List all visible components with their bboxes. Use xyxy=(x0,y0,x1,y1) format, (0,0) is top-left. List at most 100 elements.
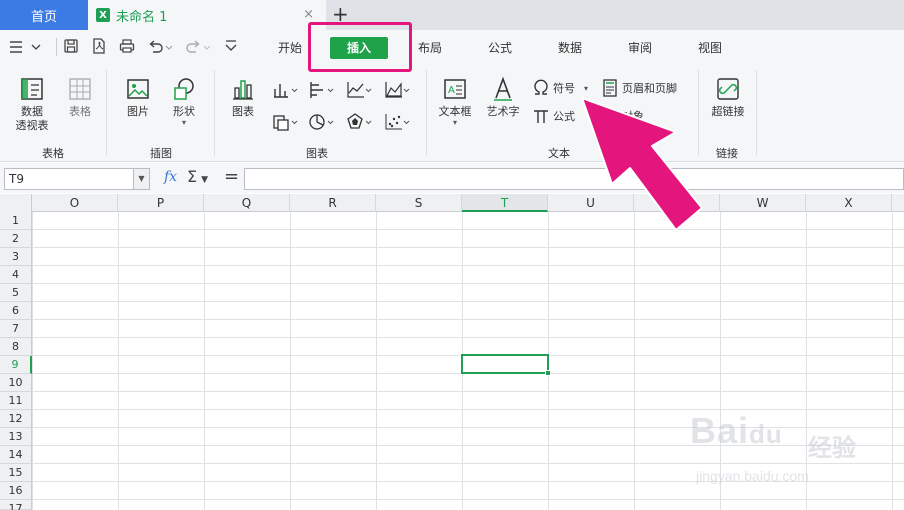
row-header[interactable]: 12 xyxy=(0,410,32,428)
equation-label: 公式 xyxy=(553,110,575,123)
object-button[interactable]: 对象 xyxy=(602,106,662,126)
select-all-corner[interactable] xyxy=(0,194,32,212)
column-header-x[interactable]: X xyxy=(806,194,892,212)
wordart-button[interactable]: 艺术字 xyxy=(482,76,524,119)
hyperlink-label: 超链接 xyxy=(711,105,745,118)
column-header-p[interactable]: P xyxy=(118,194,204,212)
formula-bar: T9 ▼ fx Σ ▼ = xyxy=(0,163,904,193)
row-header[interactable]: 2 xyxy=(0,230,32,248)
tab-document[interactable]: X 未命名 1 × xyxy=(88,0,326,30)
pivot-table-icon xyxy=(21,78,43,100)
row-header[interactable]: 4 xyxy=(0,266,32,284)
row-header[interactable]: 5 xyxy=(0,284,32,302)
pivot-table-button[interactable]: 数据 透视表 xyxy=(8,76,56,133)
selected-cell[interactable] xyxy=(461,354,551,376)
formula-input[interactable] xyxy=(244,168,904,190)
spreadsheet-icon: X xyxy=(96,8,110,22)
annotation-highlight-box xyxy=(308,22,412,72)
group-separator xyxy=(214,70,215,156)
scatter-chart-icon[interactable] xyxy=(384,112,412,135)
redo-icon[interactable] xyxy=(184,38,212,56)
fill-handle[interactable] xyxy=(545,370,551,376)
tab-review[interactable]: 审阅 xyxy=(620,38,660,58)
chevron-down-icon: ▾ xyxy=(584,83,589,93)
column-header-v[interactable]: V xyxy=(634,194,720,212)
tab-home[interactable]: 首页 xyxy=(0,0,88,30)
chevron-down-icon[interactable]: ▼ xyxy=(133,169,149,189)
hyperlink-button[interactable]: 超链接 xyxy=(706,76,750,119)
row-header-active[interactable]: 9 xyxy=(0,356,32,374)
chart-button[interactable]: 图表 xyxy=(226,76,260,119)
header-footer-icon xyxy=(603,79,617,97)
close-tab-icon[interactable]: × xyxy=(303,7,314,22)
baidu-watermark: Baidu 经验 jingyan.baidu.com xyxy=(690,404,900,496)
column-header-w[interactable]: W xyxy=(720,194,806,212)
autosum-icon[interactable]: Σ ▼ xyxy=(187,167,208,186)
group-separator xyxy=(426,70,427,156)
undo-icon[interactable] xyxy=(146,38,174,56)
row-header[interactable]: 8 xyxy=(0,338,32,356)
symbol-button[interactable]: 符号 ▾ xyxy=(532,78,596,98)
divider xyxy=(56,38,57,56)
row-header[interactable]: 6 xyxy=(0,302,32,320)
stock-chart-icon[interactable] xyxy=(272,112,300,135)
name-box[interactable]: T9 ▼ xyxy=(4,168,150,190)
save-icon[interactable] xyxy=(62,38,80,56)
watermark-brand: Baidu xyxy=(690,410,783,451)
tab-formula[interactable]: 公式 xyxy=(480,38,520,58)
more-icon[interactable] xyxy=(222,38,240,56)
column-header-o[interactable]: O xyxy=(32,194,118,212)
row-header[interactable]: 13 xyxy=(0,428,32,446)
tab-view[interactable]: 视图 xyxy=(690,38,730,58)
column-header-r[interactable]: R xyxy=(290,194,376,212)
column-header-s[interactable]: S xyxy=(376,194,462,212)
chevron-down-icon: ▾ xyxy=(452,118,457,127)
row-header[interactable]: 3 xyxy=(0,248,32,266)
header-footer-button[interactable]: 页眉和页脚 xyxy=(602,78,692,98)
tab-data[interactable]: 数据 xyxy=(550,38,590,58)
name-box-value: T9 xyxy=(9,172,24,186)
insert-function-icon[interactable]: fx xyxy=(164,169,177,185)
watermark-jingyan: 经验 xyxy=(808,434,856,462)
column-header-q[interactable]: Q xyxy=(204,194,290,212)
textbox-button[interactable]: A 文本框 ▾ xyxy=(434,76,476,127)
tab-start[interactable]: 开始 xyxy=(270,38,310,58)
equals-icon[interactable]: = xyxy=(224,166,239,187)
group-label-illustration: 插图 xyxy=(150,147,172,160)
group-separator xyxy=(698,70,699,156)
sigma-glyph: Σ xyxy=(187,167,198,186)
table-button[interactable]: 表格 xyxy=(60,76,100,119)
equation-button[interactable]: 公式 xyxy=(532,106,592,126)
tab-layout[interactable]: 布局 xyxy=(410,38,450,58)
row-header[interactable]: 16 xyxy=(0,482,32,500)
menu-icon[interactable] xyxy=(8,38,48,56)
group-label-text: 文本 xyxy=(548,147,570,160)
watermark-url: jingyan.baidu.com xyxy=(696,468,809,484)
chevron-down-icon: ▾ xyxy=(181,118,186,127)
document-name: 未命名 1 xyxy=(116,9,168,25)
bar-chart-icon[interactable] xyxy=(308,80,336,103)
column-header-u[interactable]: U xyxy=(548,194,634,212)
row-header[interactable]: 1 xyxy=(0,212,32,230)
chart-label: 图表 xyxy=(232,105,254,118)
pi-icon xyxy=(534,110,548,123)
row-header[interactable]: 11 xyxy=(0,392,32,410)
row-header[interactable]: 15 xyxy=(0,464,32,482)
row-header[interactable]: 17 xyxy=(0,500,32,510)
picture-button[interactable]: 图片 xyxy=(120,76,156,119)
tab-home-label: 首页 xyxy=(30,9,57,25)
row-header[interactable]: 7 xyxy=(0,320,32,338)
column-chart-icon[interactable] xyxy=(272,80,300,103)
area-chart-icon[interactable] xyxy=(384,80,412,103)
chart-icon xyxy=(233,80,253,100)
pdf-icon[interactable] xyxy=(90,38,108,56)
radar-chart-icon[interactable] xyxy=(346,112,374,135)
row-header[interactable]: 14 xyxy=(0,446,32,464)
wordart-label: 艺术字 xyxy=(486,105,520,118)
print-icon[interactable] xyxy=(118,38,136,56)
line-chart-icon[interactable] xyxy=(346,80,374,103)
shape-button[interactable]: 形状 ▾ xyxy=(164,76,204,127)
column-header-t[interactable]: T xyxy=(462,194,548,212)
row-header[interactable]: 10 xyxy=(0,374,32,392)
pie-chart-icon[interactable] xyxy=(308,112,336,135)
